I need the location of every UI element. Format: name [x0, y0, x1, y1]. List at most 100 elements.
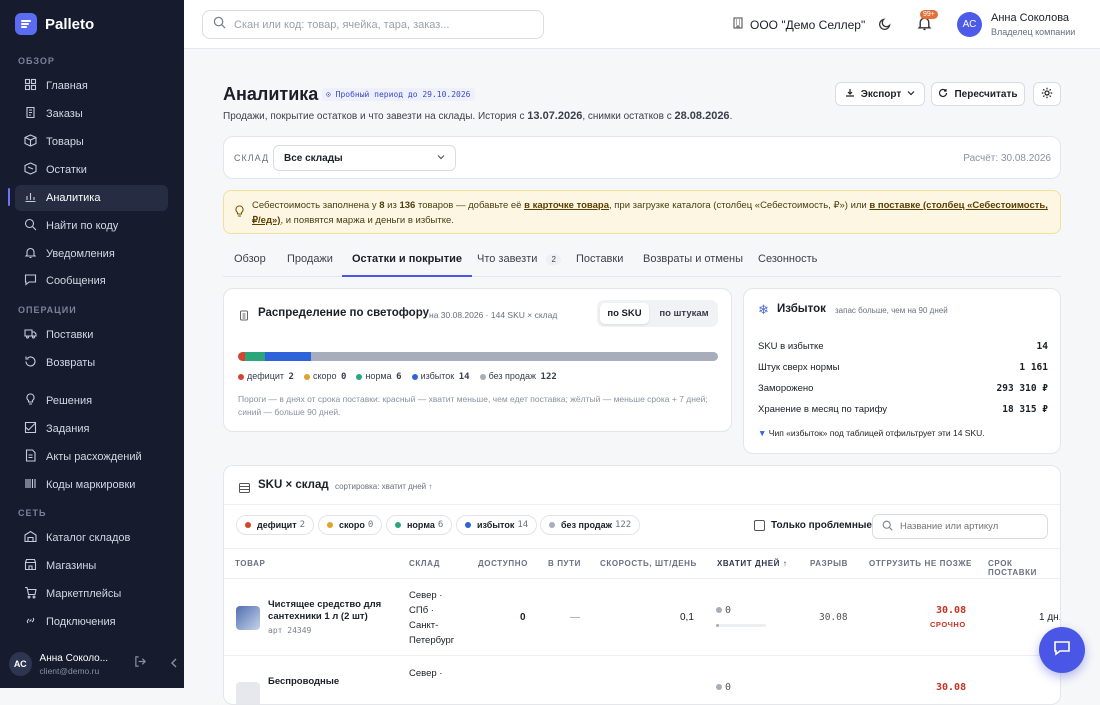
sidebar-item-home[interactable]: Главная: [15, 73, 168, 99]
legend-item: скоро 0: [303, 371, 346, 382]
sidebar-item-search[interactable]: Найти по коду: [15, 213, 168, 239]
lead-time-value: 1 дн.: [1039, 612, 1061, 623]
filter-chip[interactable]: скоро 0: [318, 515, 383, 535]
sku-search[interactable]: [872, 514, 1048, 539]
product-thumbnail: [236, 682, 260, 704]
search-icon: [213, 16, 226, 34]
sidebar-item-return[interactable]: Возвраты: [15, 350, 168, 376]
user-avatar[interactable]: АС: [957, 12, 982, 37]
sidebar-item-chart[interactable]: Аналитика: [15, 185, 168, 211]
chevron-down-icon: [907, 89, 915, 100]
active-indicator: [8, 188, 10, 206]
col-available[interactable]: ДОСТУПНО: [478, 559, 528, 568]
sidebar-item-warehouse[interactable]: Каталог складов: [15, 525, 168, 551]
col-lead-time[interactable]: СРОК ПОСТАВКИ: [988, 559, 1060, 577]
col-in-transit[interactable]: В ПУТИ: [548, 559, 581, 568]
link-icon: [24, 614, 37, 630]
col-ship-by[interactable]: ОТГРУЗИТЬ НЕ ПОЗЖЕ: [869, 559, 972, 568]
sidebar-item-doc[interactable]: Акты расхождений: [15, 444, 168, 470]
status-dot: [716, 684, 722, 690]
tab-supplies[interactable]: Поставки: [576, 253, 623, 265]
notifications-bell-icon[interactable]: [917, 16, 932, 36]
sidebar-item-label: Каталог складов: [46, 532, 131, 544]
topbar: ООО "Демо Селлер" 99+ АС Анна Соколова В…: [184, 0, 1100, 49]
chat-button[interactable]: [1039, 627, 1085, 673]
sku-search-input[interactable]: [900, 521, 1040, 532]
urgent-badge: СРОЧНО: [930, 620, 966, 629]
app-name: Palleto: [45, 15, 95, 33]
traffic-bar-segment: [311, 352, 718, 361]
collapse-sidebar-icon[interactable]: [169, 655, 179, 673]
logout-icon[interactable]: [134, 655, 147, 673]
global-search[interactable]: [202, 10, 544, 39]
status-dot: [716, 607, 722, 613]
tab-returns[interactable]: Возвраты и отмены: [643, 253, 743, 265]
sidebar-item-store[interactable]: Магазины: [15, 553, 168, 579]
col-speed[interactable]: СКОРОСТЬ, ШТ/ДЕНЬ: [600, 559, 697, 568]
bell-icon: [24, 246, 37, 262]
filter-chip[interactable]: избыток 14: [456, 515, 538, 535]
sidebar-user[interactable]: АС Анна Соколо... client@demo.ru: [9, 652, 179, 676]
sidebar-item-cart[interactable]: Маркетплейсы: [15, 581, 168, 607]
sidebar-item-barcode[interactable]: Коды маркировки: [15, 472, 168, 498]
product-card-link[interactable]: в карточке товара: [524, 200, 609, 211]
sidebar-item-label: Маркетплейсы: [46, 588, 122, 600]
sidebar-item-link[interactable]: Подключения: [15, 609, 168, 635]
filter-chip[interactable]: дефицит 2: [236, 515, 315, 535]
settings-button[interactable]: [1033, 82, 1061, 106]
filter-chip[interactable]: норма 6: [386, 515, 453, 535]
filter-chip[interactable]: без продаж 122: [540, 515, 641, 535]
legend-item: без продаж 122: [479, 371, 557, 382]
sidebar-item-message[interactable]: Сообщения: [15, 268, 168, 294]
org-switcher[interactable]: ООО "Демо Селлер": [732, 17, 865, 32]
box-icon: [24, 134, 37, 150]
only-problem-toggle[interactable]: Только проблемные: [754, 520, 872, 531]
warehouse-filter-card: СКЛАД Все склады Расчёт: 30.08.2026: [223, 136, 1061, 179]
sidebar-item-task[interactable]: Задания: [15, 416, 168, 442]
toggle-by-units[interactable]: по штукам: [653, 303, 715, 324]
sidebar-item-label: Найти по коду: [46, 220, 119, 232]
user-menu[interactable]: Анна Соколова Владелец компании: [991, 12, 1075, 37]
product-name[interactable]: Чистящее средство для сантехники 1 л (2 …: [268, 599, 393, 623]
sidebar-item-bulb[interactable]: Решения: [15, 388, 168, 414]
tab-what-to-ship[interactable]: Что завезти 2: [477, 253, 561, 265]
recalculate-button[interactable]: Пересчитать: [931, 82, 1025, 106]
export-button[interactable]: Экспорт: [835, 82, 925, 106]
section-network: СЕТЬ: [18, 508, 47, 518]
col-warehouse[interactable]: СКЛАД: [409, 559, 440, 568]
gap-value: 30.08: [819, 612, 848, 623]
col-gap[interactable]: РАЗРЫВ: [810, 559, 848, 568]
stock-icon: [24, 162, 37, 178]
download-icon: [845, 88, 855, 101]
sidebar-item-orders[interactable]: Заказы: [15, 101, 168, 127]
product-name[interactable]: Беспроводные: [268, 676, 339, 687]
sidebar-item-truck[interactable]: Поставки: [15, 322, 168, 348]
search-icon: [882, 518, 893, 536]
sidebar: Palleto ОБЗОР ОПЕРАЦИИ СЕТЬ Главная Заказ…: [0, 0, 184, 688]
app-logo[interactable]: Palleto: [15, 13, 94, 35]
tab-seasonality[interactable]: Сезонность: [758, 253, 817, 265]
sidebar-item-label: Возвраты: [46, 357, 96, 369]
sidebar-item-box[interactable]: Товары: [15, 129, 168, 155]
checkbox[interactable]: [754, 520, 765, 531]
global-search-input[interactable]: [234, 18, 524, 31]
warehouse-filter-label: СКЛАД: [234, 153, 270, 163]
sidebar-item-bell[interactable]: Уведомления: [15, 241, 168, 267]
sidebar-item-stock[interactable]: Остатки: [15, 157, 168, 183]
col-days-left[interactable]: ХВАТИТ ДНЕЙ ↑: [717, 559, 787, 568]
sidebar-item-label: Уведомления: [46, 248, 115, 260]
product-article: арт 24349: [268, 626, 312, 635]
traffic-bar-segment: [238, 352, 245, 361]
col-product[interactable]: ТОВАР: [235, 559, 265, 568]
sidebar-item-label: Аналитика: [46, 192, 101, 204]
sku-table-card: SKU × склад сортировка: хватит дней ↑ де…: [223, 465, 1061, 705]
theme-toggle-icon[interactable]: [878, 17, 892, 36]
warehouse-select[interactable]: Все склады: [273, 145, 456, 171]
tab-sales[interactable]: Продажи: [287, 253, 333, 265]
bulb-icon: [234, 205, 245, 222]
tab-overview[interactable]: Обзор: [234, 253, 266, 265]
warehouse-name: Север · СПб · Санкт-Петербург: [409, 590, 455, 646]
tab-stock-coverage[interactable]: Остатки и покрытие: [342, 253, 472, 277]
home-icon: [24, 78, 37, 94]
toggle-by-sku[interactable]: по SKU: [600, 303, 649, 324]
